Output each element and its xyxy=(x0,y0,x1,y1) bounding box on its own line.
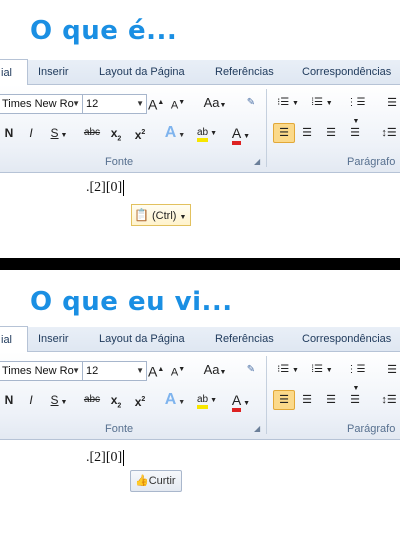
tab-home[interactable]: ial xyxy=(0,326,28,353)
align-left-button[interactable]: ☰ xyxy=(273,123,295,143)
ribbon-tabbar: ial Inserir Layout da Página Referências… xyxy=(0,59,400,86)
numbering-button[interactable]: ⁞☰ ▼ xyxy=(308,94,336,112)
underline-button[interactable]: S ▼ xyxy=(48,391,70,409)
font-size-value: 12 xyxy=(86,98,99,110)
tab-mailings[interactable]: Correspondências xyxy=(302,327,391,351)
tab-insert[interactable]: Inserir xyxy=(38,327,69,351)
shrink-font-button[interactable]: A▼ xyxy=(170,361,186,379)
chevron-down-icon: ▼ xyxy=(72,366,80,375)
ribbon-tools: Times New Ro ▼ 12 ▼ A▲ A▼ Aa▼ ✎ N I S ▼ ab… xyxy=(0,85,400,173)
clear-format-icon[interactable]: ✎ xyxy=(243,361,259,379)
align-center-button[interactable]: ☰ xyxy=(298,391,316,409)
shrink-font-button[interactable]: A▼ xyxy=(170,94,186,112)
clipboard-icon: 📋 xyxy=(134,208,149,222)
bold-button[interactable]: N xyxy=(2,391,16,409)
superscript-button[interactable]: x2 xyxy=(132,391,148,409)
align-left-button[interactable]: ☰ xyxy=(273,390,295,410)
subscript-button[interactable]: x2 xyxy=(108,391,124,409)
multilevel-list-button[interactable]: ⋮☰ ▼ xyxy=(342,361,370,392)
tab-insert[interactable]: Inserir xyxy=(38,60,69,84)
font-name-value: Times New Ro xyxy=(2,98,74,110)
font-group-label: Fonte xyxy=(105,423,134,435)
top-panel: O que é... ial Inserir Layout da Página … xyxy=(0,0,400,258)
font-name-box[interactable]: Times New Ro ▼ xyxy=(0,361,83,381)
chevron-down-icon: ▼ xyxy=(136,99,144,108)
chevron-down-icon: ▼ xyxy=(136,366,144,375)
bullets-button[interactable]: ⁝☰ ▼ xyxy=(274,361,302,379)
align-right-button[interactable]: ☰ xyxy=(322,124,340,142)
strikethrough-button[interactable]: abc xyxy=(82,124,102,142)
clear-format-icon[interactable]: ✎ xyxy=(243,94,259,112)
tab-page-layout[interactable]: Layout da Página xyxy=(99,327,185,351)
text-cursor xyxy=(123,450,125,466)
strikethrough-button[interactable]: abc xyxy=(82,391,102,409)
font-color-button[interactable]: A ▼ xyxy=(228,124,254,145)
underline-button[interactable]: S ▼ xyxy=(48,124,70,142)
line-spacing-button[interactable]: ↕☰ xyxy=(378,124,400,142)
grow-font-button[interactable]: A▲ xyxy=(148,361,164,380)
dialog-launcher-icon[interactable]: ◢ xyxy=(254,157,260,166)
bottom-panel: O que eu vi... ial Inserir Layout da Pág… xyxy=(0,270,400,536)
chevron-down-icon: ▼ xyxy=(179,214,187,221)
panel-divider xyxy=(0,258,400,270)
font-size-box[interactable]: 12 ▼ xyxy=(82,94,147,114)
tab-page-layout[interactable]: Layout da Página xyxy=(99,60,185,84)
font-color-button[interactable]: A ▼ xyxy=(228,391,254,412)
headline-bottom: O que eu vi... xyxy=(30,287,233,317)
paste-options-button[interactable]: 📋 (Ctrl) ▼ xyxy=(131,204,192,226)
highlight-button[interactable]: ab ▼ xyxy=(192,124,222,142)
font-name-value: Times New Ro xyxy=(2,365,74,377)
line-spacing-button[interactable]: ↕☰ xyxy=(378,391,400,409)
superscript-button[interactable]: x2 xyxy=(132,124,148,142)
decrease-indent-icon[interactable]: ☰ xyxy=(384,361,400,379)
italic-button[interactable]: I xyxy=(24,124,38,142)
paste-options-label: (Ctrl) xyxy=(152,210,177,222)
ribbon-tools: Times New Ro ▼ 12 ▼ A▲ A▼ Aa▼ ✎ N I S ▼ ab… xyxy=(0,352,400,440)
text-effects-button[interactable]: A ▼ xyxy=(164,391,186,409)
subscript-button[interactable]: x2 xyxy=(108,124,124,142)
change-case-button[interactable]: Aa▼ xyxy=(202,361,228,379)
change-case-button[interactable]: Aa▼ xyxy=(202,94,228,112)
dialog-launcher-icon[interactable]: ◢ xyxy=(254,424,260,433)
font-group-label: Fonte xyxy=(105,156,134,168)
tab-references[interactable]: Referências xyxy=(215,60,274,84)
chevron-down-icon: ▼ xyxy=(72,99,80,108)
group-separator xyxy=(266,89,267,167)
tab-home[interactable]: ial xyxy=(0,59,28,86)
document-text: .[2][0] xyxy=(86,180,125,196)
justify-button[interactable]: ☰ xyxy=(346,391,364,409)
tab-references[interactable]: Referências xyxy=(215,327,274,351)
paragraph-group-label: Parágrafo xyxy=(347,156,396,168)
thumbs-up-icon: 👍 xyxy=(135,475,149,487)
font-size-value: 12 xyxy=(86,365,99,377)
text-effects-button[interactable]: A ▼ xyxy=(164,124,186,142)
bold-button[interactable]: N xyxy=(2,124,16,142)
ribbon-tabbar: ial Inserir Layout da Página Referências… xyxy=(0,326,400,353)
align-right-button[interactable]: ☰ xyxy=(322,391,340,409)
align-center-button[interactable]: ☰ xyxy=(298,124,316,142)
bullets-button[interactable]: ⁝☰ ▼ xyxy=(274,94,302,112)
like-button-label: Curtir xyxy=(148,475,176,487)
decrease-indent-icon[interactable]: ☰ xyxy=(384,94,400,112)
font-name-box[interactable]: Times New Ro ▼ xyxy=(0,94,83,114)
ribbon: ial Inserir Layout da Página Referências… xyxy=(0,59,400,173)
font-size-box[interactable]: 12 ▼ xyxy=(82,361,147,381)
paragraph-group-label: Parágrafo xyxy=(347,423,396,435)
highlight-button[interactable]: ab ▼ xyxy=(192,391,222,409)
multilevel-list-button[interactable]: ⋮☰ ▼ xyxy=(342,94,370,125)
grow-font-button[interactable]: A▲ xyxy=(148,94,164,113)
like-button[interactable]: 👍Curtir xyxy=(130,470,182,492)
tab-mailings[interactable]: Correspondências xyxy=(302,60,391,84)
group-separator xyxy=(266,356,267,434)
justify-button[interactable]: ☰ xyxy=(346,124,364,142)
text-cursor xyxy=(123,180,125,196)
italic-button[interactable]: I xyxy=(24,391,38,409)
numbering-button[interactable]: ⁞☰ ▼ xyxy=(308,361,336,379)
document-text: .[2][0] xyxy=(86,450,125,466)
ribbon: ial Inserir Layout da Página Referências… xyxy=(0,326,400,440)
headline-top: O que é... xyxy=(30,16,178,46)
